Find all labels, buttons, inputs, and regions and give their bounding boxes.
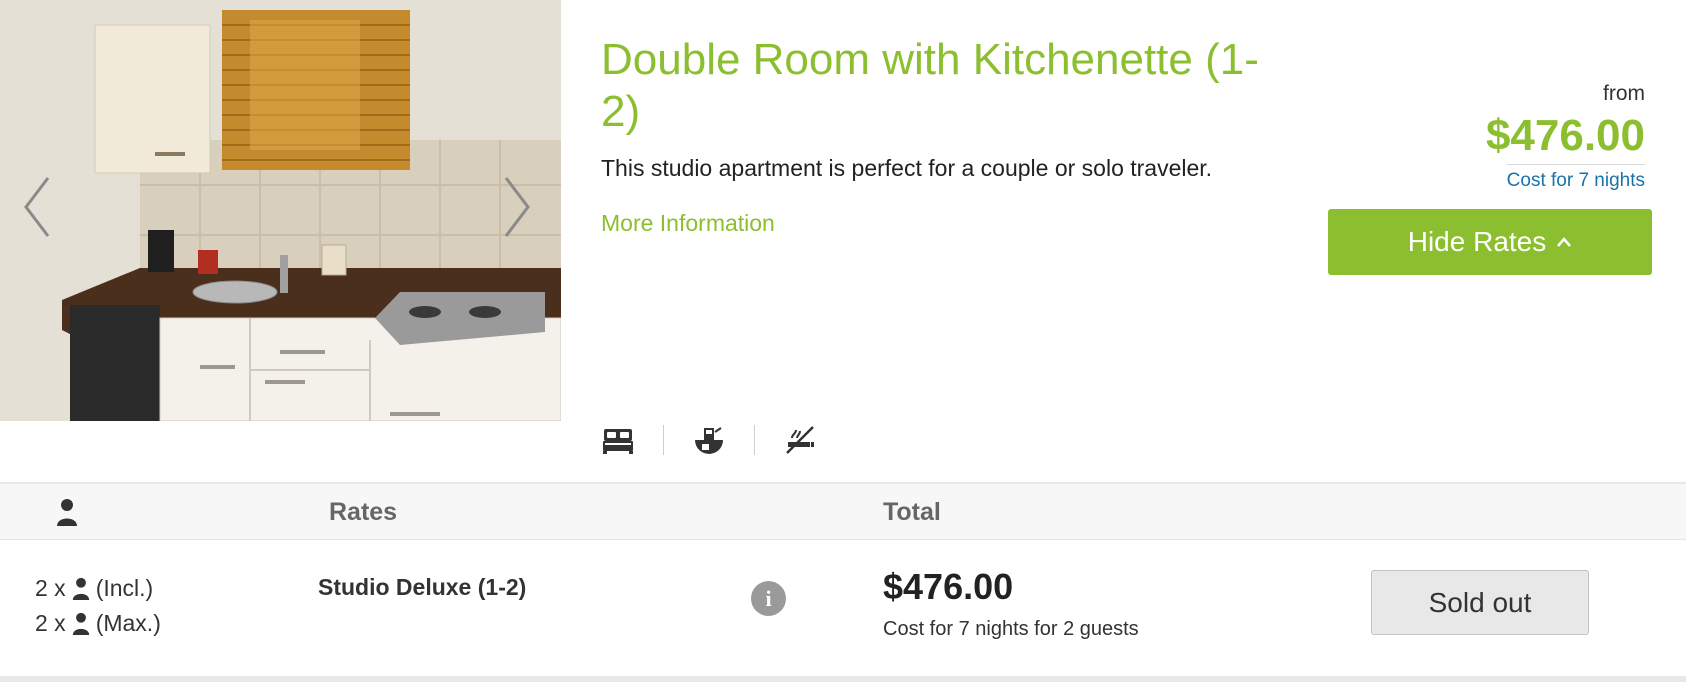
rate-total-note: Cost for 7 nights for 2 guests bbox=[883, 618, 1139, 640]
person-icon bbox=[57, 499, 77, 526]
coffee-maker-icon bbox=[692, 423, 726, 457]
occupancy-label: (Incl.) bbox=[95, 575, 154, 601]
kitchenette-photo bbox=[0, 0, 561, 421]
table-bottom-border bbox=[0, 676, 1686, 682]
occupancy-count: 2 x bbox=[35, 575, 66, 601]
amenity-divider bbox=[663, 425, 664, 455]
person-icon bbox=[72, 612, 89, 635]
price-block: from $476.00 Cost for 7 nights bbox=[1486, 82, 1645, 192]
occupancy-count: 2 x bbox=[35, 610, 66, 636]
occupancy-column-header bbox=[56, 484, 78, 540]
chevron-up-icon bbox=[1557, 237, 1572, 247]
total-column-header: Total bbox=[883, 497, 941, 526]
more-information-link[interactable]: More Information bbox=[601, 210, 775, 237]
rates-column-header: Rates bbox=[329, 497, 398, 526]
occupancy-label: (Max.) bbox=[95, 610, 161, 636]
rate-total: $476.00 bbox=[883, 566, 1014, 607]
person-icon bbox=[72, 577, 89, 600]
carousel-prev-button[interactable] bbox=[22, 176, 62, 246]
occupancy-max: 2 x (Max.) bbox=[35, 610, 161, 637]
no-smoking-icon bbox=[783, 423, 817, 457]
hide-rates-button[interactable]: Hide Rates bbox=[1328, 209, 1652, 275]
from-label: from bbox=[1603, 82, 1645, 105]
info-icon[interactable]: i bbox=[751, 581, 786, 616]
carousel-next-button[interactable] bbox=[502, 176, 542, 246]
room-description: This studio apartment is perfect for a c… bbox=[601, 155, 1213, 181]
room-price: $476.00 bbox=[1485, 111, 1645, 160]
room-photo bbox=[0, 0, 561, 421]
chevron-left-icon bbox=[24, 177, 50, 237]
price-note: Cost for 7 nights bbox=[1506, 164, 1645, 192]
rates-table-header: Rates Total bbox=[0, 482, 1686, 540]
occupancy-included: 2 x (Incl.) bbox=[35, 575, 153, 602]
bed-icon bbox=[601, 423, 635, 457]
room-title: Double Room with Kitchenette (1-2) bbox=[601, 35, 1259, 136]
rate-name: Studio Deluxe (1-2) bbox=[318, 574, 527, 600]
chevron-right-icon bbox=[504, 177, 530, 237]
hide-rates-label: Hide Rates bbox=[1407, 226, 1547, 257]
sold-out-button[interactable]: Sold out bbox=[1371, 570, 1589, 635]
amenities-bar bbox=[601, 420, 817, 460]
amenity-divider bbox=[754, 425, 755, 455]
